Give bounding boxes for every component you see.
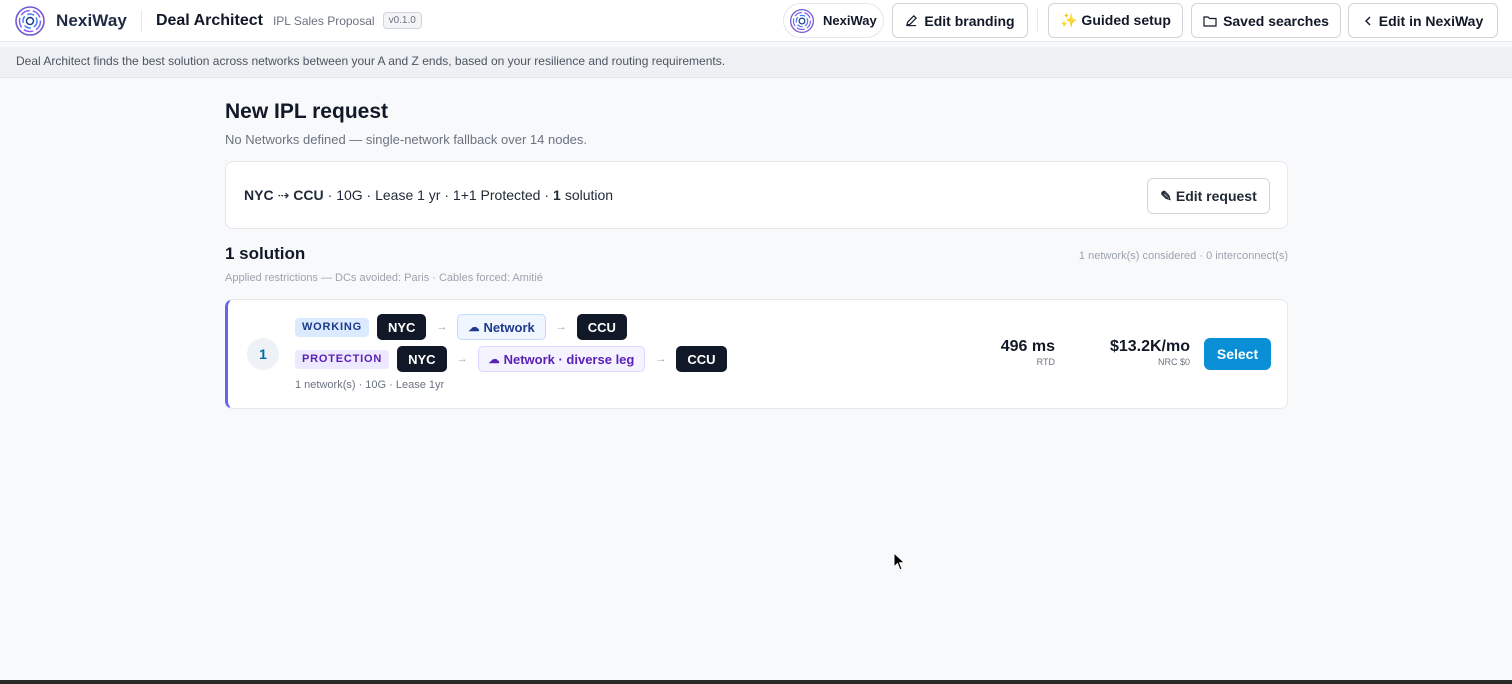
guided-setup-button[interactable]: ✨ Guided setup — [1048, 3, 1183, 38]
pencil-icon — [905, 14, 918, 27]
guided-setup-label: ✨ Guided setup — [1060, 12, 1171, 28]
protection-network-label: Network · diverse leg — [503, 351, 635, 367]
request-solution-count: 1 — [553, 187, 561, 203]
page-title: New IPL request — [225, 100, 388, 123]
page-note: No Networks defined — single-network fal… — [225, 132, 588, 147]
select-solution-button[interactable]: Select — [1204, 338, 1271, 370]
folder-icon — [1203, 15, 1217, 27]
edit-in-nexiway-button[interactable]: Edit in NexiWay — [1348, 3, 1498, 38]
edit-in-nexiway-label: Edit in NexiWay — [1378, 12, 1484, 29]
brand-name: NexiWay — [56, 10, 127, 30]
protection-network-segment: ☁ Network · diverse leg — [477, 346, 646, 372]
saved-searches-button[interactable]: Saved searches — [1191, 3, 1341, 38]
protection-a-node: NYC — [397, 346, 447, 372]
brand[interactable]: NexiWay — [14, 5, 127, 37]
version-badge: v0.1.0 — [382, 12, 422, 29]
working-network-label: Network — [483, 319, 535, 335]
working-z-node: CCU — [576, 314, 627, 340]
info-banner: Deal Architect finds the best solution a… — [0, 47, 1512, 78]
cloud-icon: ☁ — [488, 353, 500, 366]
working-network-segment: ☁ Network — [457, 314, 546, 340]
path-arrow: → — [436, 321, 448, 333]
cloud-icon: ☁ — [468, 321, 480, 334]
latency-label: RTD — [1036, 357, 1055, 367]
tenant-pill-label: NexiWay — [823, 13, 877, 28]
request-solution-label: solution — [564, 187, 614, 203]
saved-searches-label: Saved searches — [1223, 12, 1329, 29]
working-tag: WORKING — [295, 317, 369, 337]
path-arrow: → — [456, 353, 468, 365]
applied-restrictions: Applied restrictions — DCs avoided: Pari… — [225, 272, 543, 284]
request-a-end: NYC — [244, 187, 274, 203]
protection-z-node: CCU — [676, 346, 727, 372]
working-path-row: WORKING NYC → ☁ Network → CCU — [295, 314, 627, 340]
solution-card[interactable]: 1 WORKING NYC → ☁ Network → CCU PROTECTI… — [225, 299, 1288, 409]
results-heading: 1 solution — [225, 244, 306, 263]
edit-branding-label: Edit branding — [924, 12, 1015, 29]
fingerprint-logo-icon — [789, 8, 815, 33]
protection-tag: PROTECTION — [295, 349, 390, 369]
fingerprint-logo-icon — [15, 5, 45, 36]
toolbar-separator — [1037, 9, 1038, 31]
top-bar: NexiWay Deal Architect IPL Sales Proposa… — [0, 0, 1512, 42]
app-subtitle: IPL Sales Proposal — [272, 13, 375, 28]
request-summary-card: NYC ⇢ CCU · 10G · Lease 1 yr · 1+1 Prote… — [225, 161, 1288, 229]
solution-footer: 1 network(s) · 10G · Lease 1yr — [295, 379, 445, 391]
tenant-pill[interactable]: NexiWay — [783, 3, 884, 38]
edit-branding-button[interactable]: Edit branding — [892, 3, 1028, 38]
request-arrow: ⇢ — [277, 186, 290, 203]
app-title: Deal Architect — [155, 11, 263, 29]
price-value: $13.2K/mo — [1109, 338, 1190, 355]
path-arrow: → — [655, 353, 667, 365]
header-divider — [140, 9, 142, 32]
chevron-left-icon — [1363, 15, 1373, 27]
path-arrow: → — [555, 321, 567, 333]
price-nrc: NRC $0 — [1157, 357, 1190, 367]
latency-metric: 496 ms RTD — [1001, 338, 1055, 367]
solution-rank: 1 — [247, 338, 279, 370]
bottom-edge — [0, 680, 1512, 684]
latency-value: 496 ms — [1000, 338, 1055, 355]
price-metric: $13.2K/mo NRC $0 — [1110, 338, 1190, 367]
request-details: · 10G · Lease 1 yr · 1+1 Protected · — [327, 187, 550, 203]
working-a-node: NYC — [376, 314, 427, 340]
page-header: New IPL request No Networks defined — si… — [225, 100, 1288, 147]
edit-request-button[interactable]: ✎ Edit request — [1147, 178, 1270, 214]
mouse-cursor-icon — [893, 552, 906, 571]
results-considered: 1 network(s) considered · 0 interconnect… — [1078, 250, 1288, 262]
request-z-end: CCU — [293, 187, 324, 203]
protection-path-row: PROTECTION NYC → ☁ Network · diverse leg… — [295, 346, 727, 372]
